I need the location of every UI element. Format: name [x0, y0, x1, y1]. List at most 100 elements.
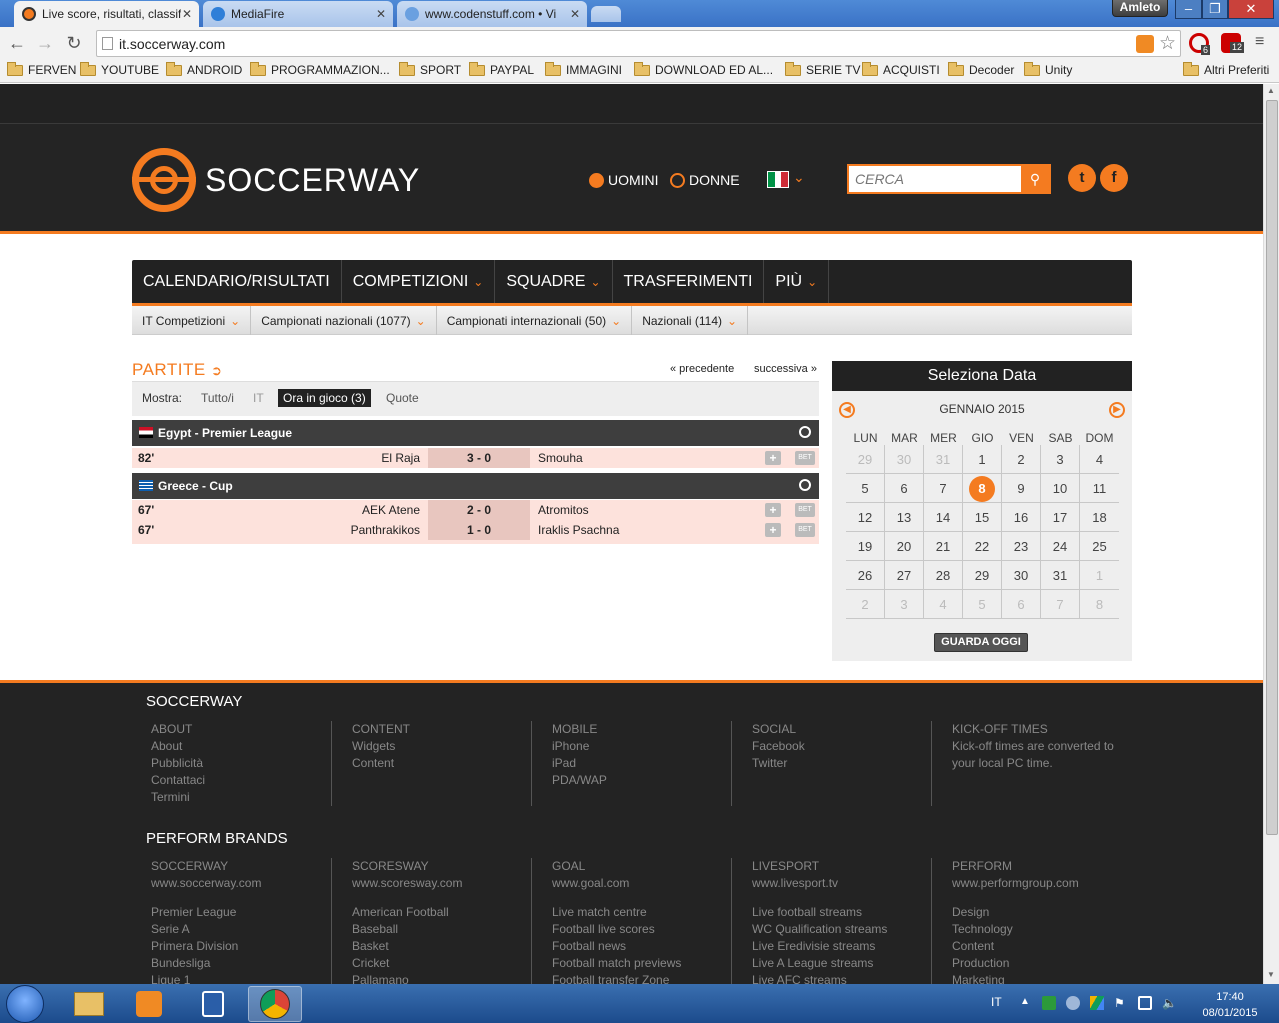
menu-icon[interactable]: ≡ — [1255, 33, 1264, 51]
calendar-day[interactable]: 7 — [1041, 590, 1080, 619]
footer-link[interactable]: Football news — [552, 938, 731, 955]
match-row[interactable]: 67' AEK Atene 2 - 0 Atromitos + BET — [132, 500, 819, 520]
browser-user[interactable]: Amleto — [1112, 0, 1168, 17]
calendar-day[interactable]: 30 — [885, 445, 924, 474]
tray-bell-icon[interactable] — [1066, 996, 1080, 1010]
calendar-day[interactable]: 3 — [1041, 445, 1080, 474]
calendar-day[interactable]: 30 — [1002, 561, 1041, 590]
calendar-day[interactable]: 23 — [1002, 532, 1041, 561]
chevron-down-icon[interactable]: ⌄ — [793, 169, 805, 186]
footer-link[interactable]: Live football streams — [752, 904, 931, 921]
today-button[interactable]: GUARDA OGGI — [934, 633, 1028, 652]
tab-soccerway[interactable]: Live score, risultati, classif ✕ — [14, 1, 199, 27]
bookmark-youtube[interactable]: YOUTUBE — [80, 61, 159, 77]
footer-link[interactable]: Content — [352, 755, 531, 772]
calendar-day[interactable]: 29 — [963, 561, 1002, 590]
calendar-day[interactable]: 3 — [885, 590, 924, 619]
match-score[interactable]: 1 - 0 — [428, 520, 530, 540]
calendar-day[interactable]: 31 — [1041, 561, 1080, 590]
bookmark-paypal[interactable]: PAYPAL — [469, 61, 534, 77]
google-drive-icon[interactable] — [1090, 996, 1104, 1010]
calendar-day[interactable]: 18 — [1080, 503, 1119, 532]
footer-link[interactable]: your local PC time. — [952, 755, 1131, 772]
bookmark-programmazione[interactable]: PROGRAMMAZION... — [250, 61, 390, 77]
calendar-day[interactable]: 1 — [963, 445, 1002, 474]
calendar-day[interactable]: 24 — [1041, 532, 1080, 561]
home-team[interactable]: El Raja — [381, 451, 420, 465]
calendar-day[interactable]: 11 — [1080, 474, 1119, 503]
chrome-taskbar-icon[interactable] — [248, 986, 302, 1022]
match-row[interactable]: 82' El Raja 3 - 0 Smouha + BET — [132, 448, 819, 468]
calendar-day[interactable]: 10 — [1041, 474, 1080, 503]
footer-link[interactable]: Premier League — [151, 904, 331, 921]
adblock-icon[interactable]: 6 — [1189, 33, 1211, 55]
footer-link[interactable]: Pubblicità — [151, 755, 331, 772]
footer-link[interactable]: iPad — [552, 755, 731, 772]
bookmark-immagini[interactable]: IMMAGINI — [545, 61, 622, 77]
italy-flag-icon[interactable] — [767, 171, 789, 188]
footer-link[interactable]: Production — [952, 955, 1131, 972]
plus-icon[interactable]: + — [765, 451, 781, 465]
home-team[interactable]: Panthrakikos — [351, 523, 420, 537]
bookmark-acquisti[interactable]: ACQUISTI — [862, 61, 940, 77]
away-team[interactable]: Iraklis Psachna — [538, 523, 619, 537]
footer-link[interactable]: Marketing — [952, 972, 1131, 984]
network-icon[interactable] — [1138, 996, 1152, 1010]
tab-codenstuff[interactable]: www.codenstuff.com • Vi ✕ — [397, 1, 587, 27]
facebook-icon[interactable]: f — [1100, 164, 1128, 192]
reload-icon[interactable]: ↻ — [63, 32, 85, 54]
calendar-day[interactable]: 14 — [924, 503, 963, 532]
subnav-campionati-nazionali[interactable]: Campionati nazionali (1077) ⌄ — [251, 306, 437, 335]
footer-link[interactable]: iPhone — [552, 738, 731, 755]
calendar-day[interactable]: 8 — [1080, 590, 1119, 619]
bet-button[interactable]: BET — [795, 451, 815, 465]
calendar-day[interactable]: 31 — [924, 445, 963, 474]
bookmark-ferven[interactable]: FERVEN — [7, 61, 76, 77]
close-icon[interactable]: ✕ — [181, 7, 193, 21]
bookmark-serie-tv[interactable]: SERIE TV — [785, 61, 860, 77]
prev-month-icon[interactable]: ◀ — [839, 402, 855, 418]
subnav-campionati-internazionali[interactable]: Campionati internazionali (50) ⌄ — [437, 306, 633, 335]
footer-link[interactable]: Twitter — [752, 755, 931, 772]
plus-icon[interactable]: + — [765, 523, 781, 537]
scroll-down-icon[interactable]: ▼ — [1267, 970, 1275, 979]
footer-link[interactable]: Baseball — [352, 921, 531, 938]
footer-link[interactable]: Live Eredivisie streams — [752, 938, 931, 955]
calendar-day[interactable]: 6 — [885, 474, 924, 503]
match-score[interactable]: 3 - 0 — [428, 448, 530, 468]
search-icon[interactable]: ⚲ — [1021, 166, 1049, 192]
calendar-day[interactable]: 6 — [1002, 590, 1041, 619]
footer-link[interactable]: Design — [952, 904, 1131, 921]
footer-link[interactable]: Serie A — [151, 921, 331, 938]
footer-link[interactable]: Basket — [352, 938, 531, 955]
calendar-day[interactable]: 26 — [846, 561, 885, 590]
close-icon[interactable]: ✕ — [569, 7, 581, 21]
filter-odds[interactable]: Quote — [386, 391, 419, 405]
calendar-day[interactable]: 17 — [1041, 503, 1080, 532]
page-scrollbar[interactable]: ▲ ▼ — [1263, 84, 1279, 984]
footer-link[interactable]: About — [151, 738, 331, 755]
back-icon[interactable]: ← — [6, 32, 28, 54]
footer-link[interactable]: Football match previews — [552, 955, 731, 972]
bookmark-star-icon[interactable]: ☆ — [1159, 32, 1176, 55]
arrow-right-circle-icon[interactable] — [799, 479, 811, 491]
bookmark-sport[interactable]: SPORT — [399, 61, 461, 77]
footer-link[interactable]: Bundesliga — [151, 955, 331, 972]
gender-women-toggle[interactable]: DONNE — [670, 172, 740, 188]
footer-link[interactable]: Cricket — [352, 955, 531, 972]
competition-header[interactable]: Greece - Cup — [132, 473, 819, 499]
footer-link[interactable]: www.performgroup.com — [952, 875, 1131, 892]
plus-icon[interactable]: + — [765, 503, 781, 517]
forward-icon[interactable]: → — [34, 32, 56, 54]
maximize-icon[interactable]: ❐ — [1202, 0, 1228, 19]
calendar-day[interactable]: 8 — [963, 474, 1002, 503]
calendar-day[interactable]: 2 — [1002, 445, 1041, 474]
footer-link[interactable]: Facebook — [752, 738, 931, 755]
bookmark-decoder[interactable]: Decoder — [948, 61, 1014, 77]
nav-piu[interactable]: PIÙ ⌄ — [764, 260, 830, 303]
explorer-taskbar-icon[interactable] — [62, 986, 116, 1022]
calendar-day[interactable]: 20 — [885, 532, 924, 561]
footer-link[interactable]: Pallamano — [352, 972, 531, 984]
footer-link[interactable]: Football live scores — [552, 921, 731, 938]
scroll-up-icon[interactable]: ▲ — [1267, 86, 1275, 95]
